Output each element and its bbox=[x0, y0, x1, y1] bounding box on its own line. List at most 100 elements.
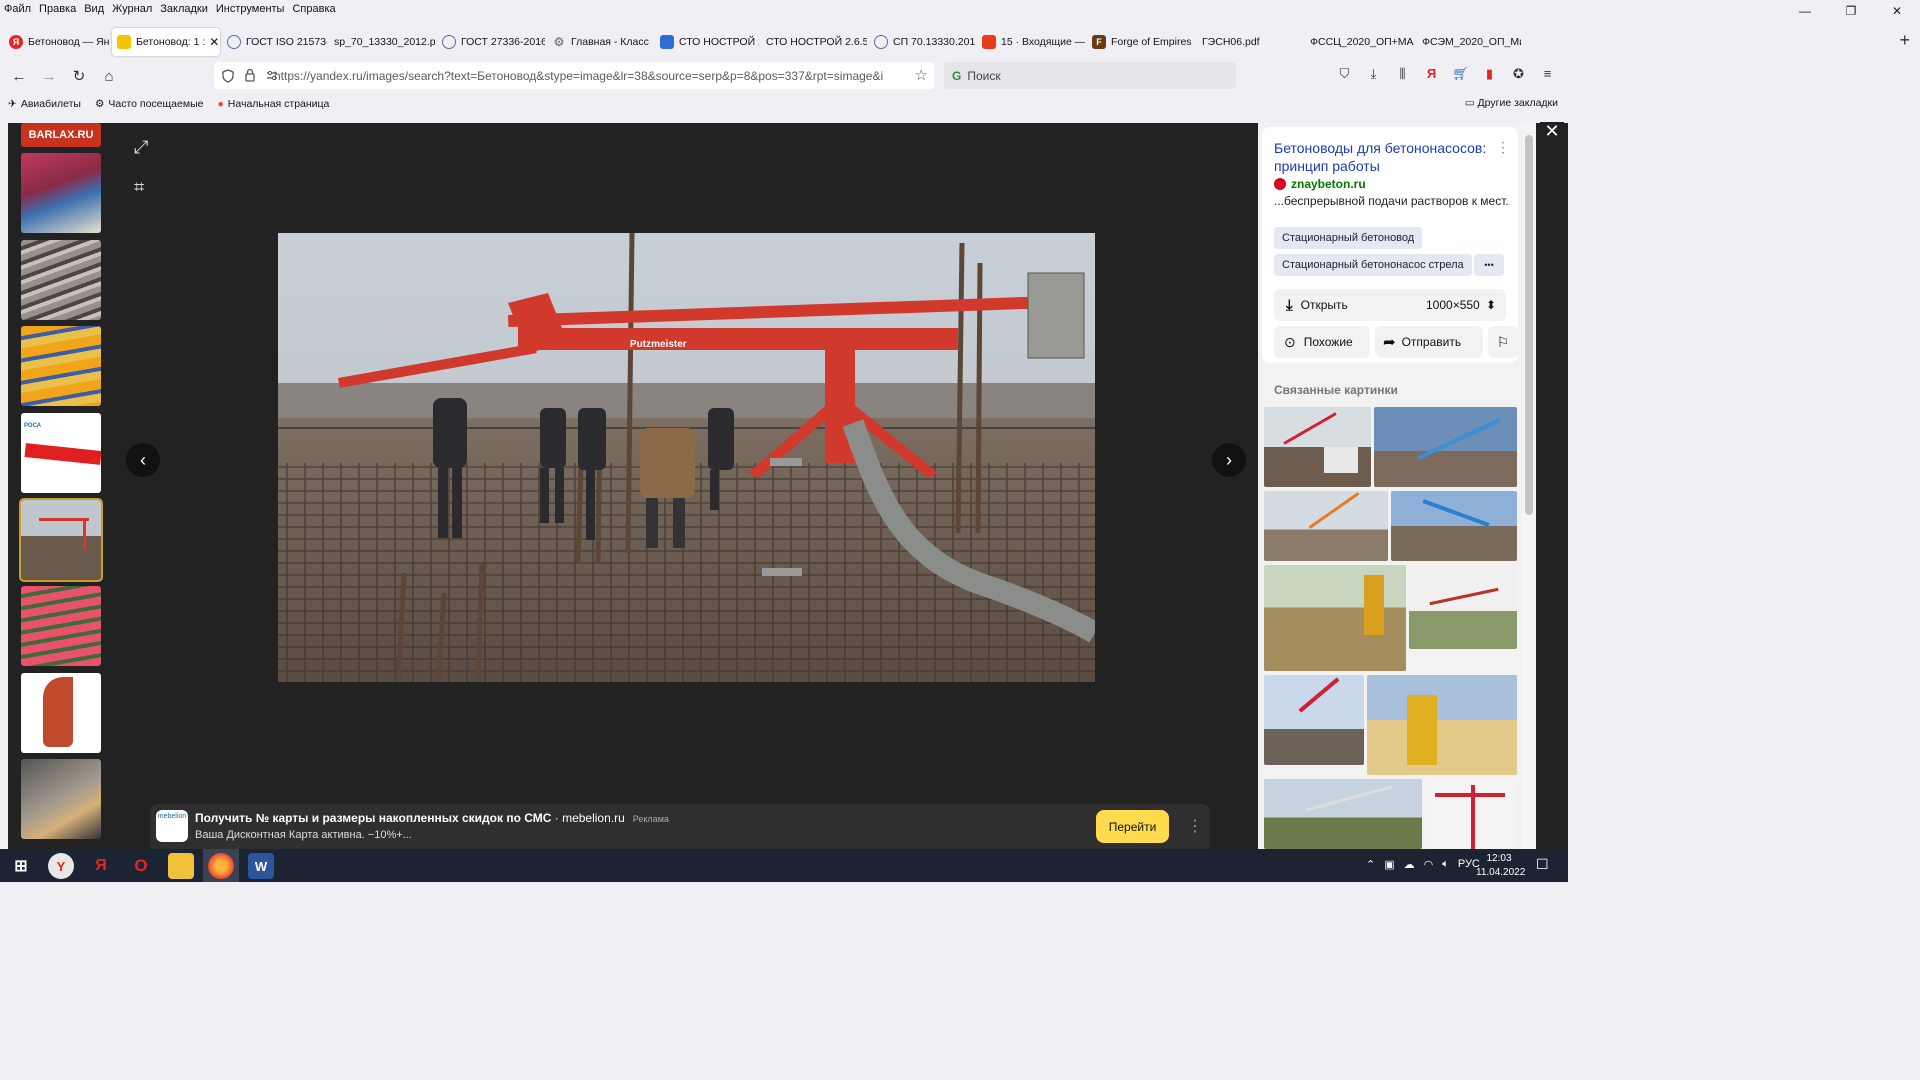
chevron-up-icon[interactable]: ⌃ bbox=[1366, 858, 1375, 871]
open-size-button[interactable]: ⤓ Открыть 1000×550 ⬍ bbox=[1274, 289, 1506, 321]
next-image-button[interactable]: › bbox=[1212, 443, 1246, 477]
permissions-icon[interactable] bbox=[266, 71, 278, 81]
fullscreen-icon[interactable]: ⤢ bbox=[134, 137, 148, 158]
yandex-icon[interactable]: Я bbox=[1417, 66, 1446, 82]
thumbnail[interactable] bbox=[21, 759, 101, 839]
crop-icon[interactable]: ⌗ bbox=[134, 177, 144, 198]
hamburger-menu-icon[interactable]: ≡ bbox=[1533, 66, 1562, 82]
firefox-icon[interactable] bbox=[208, 853, 234, 879]
library-icon[interactable]: ⫼ bbox=[1388, 66, 1417, 82]
maximize-button[interactable]: ❐ bbox=[1828, 0, 1874, 22]
menu-help[interactable]: Справка bbox=[292, 3, 335, 15]
thumbnail[interactable] bbox=[21, 586, 101, 666]
opera-icon[interactable]: O bbox=[128, 853, 154, 879]
related-image[interactable] bbox=[1264, 407, 1371, 487]
volume-icon[interactable]: 🔈︎ bbox=[1442, 858, 1449, 871]
lock-icon[interactable] bbox=[244, 68, 256, 82]
extension-icon[interactable]: ✪ bbox=[1504, 66, 1533, 82]
related-image[interactable] bbox=[1425, 779, 1517, 849]
bookmark-button[interactable]: ⚐ bbox=[1488, 326, 1518, 358]
bookmark-home[interactable]: ● Начальная страница bbox=[217, 98, 329, 110]
tab-sp70-13330[interactable]: СП 70.13330.2012 bbox=[869, 28, 975, 56]
clock[interactable]: 12:03 11.04.2022 bbox=[1476, 852, 1525, 880]
tab-fsem-2020[interactable]: ФСЭМ_2020_ОП_Ми bbox=[1417, 28, 1521, 56]
tab-betonovod-images[interactable]: Бетоновод: 1 : ✕ bbox=[112, 27, 220, 56]
menu-history[interactable]: Журнал bbox=[112, 3, 152, 15]
tab-gesn06-pdf[interactable]: ГЭСН06.pdf bbox=[1197, 28, 1303, 56]
menu-bookmarks[interactable]: Закладки bbox=[160, 3, 208, 15]
download-icon[interactable]: ⤓ bbox=[1359, 66, 1388, 82]
shield-icon[interactable] bbox=[222, 69, 234, 83]
tab-betonovod-search[interactable]: Я Бетоновод — Ян bbox=[4, 28, 110, 56]
thumbnail-selected[interactable] bbox=[19, 498, 103, 582]
wifi-icon[interactable]: ◠ bbox=[1424, 858, 1434, 871]
send-button[interactable]: ➦ Отправить bbox=[1375, 326, 1483, 358]
thumbnail[interactable] bbox=[21, 153, 101, 233]
menu-edit[interactable]: Правка bbox=[39, 3, 76, 15]
home-button[interactable]: ⌂ bbox=[94, 62, 124, 90]
cloud-icon[interactable]: ☁ bbox=[1404, 858, 1415, 871]
back-button[interactable]: ← bbox=[4, 62, 34, 90]
url-bar[interactable]: https://yandex.ru/images/search?text=Бет… bbox=[214, 62, 934, 89]
close-viewer-button[interactable]: ✕ bbox=[1540, 121, 1564, 141]
card-menu-button[interactable]: ⋮ bbox=[1496, 139, 1510, 156]
related-image[interactable] bbox=[1264, 491, 1388, 561]
related-image[interactable] bbox=[1264, 675, 1364, 765]
related-image[interactable] bbox=[1264, 565, 1406, 671]
thumbnail[interactable] bbox=[21, 240, 101, 320]
ad-banner[interactable]: mebelion Получить № карты и размеры нако… bbox=[150, 804, 1210, 849]
forward-button[interactable]: → bbox=[34, 62, 64, 90]
similar-button[interactable]: ⊙ Похожие bbox=[1274, 326, 1370, 358]
tab-sp70-pdf[interactable]: sp_70_13330_2012.pdf bbox=[329, 28, 435, 56]
more-tags-button[interactable]: ••• bbox=[1474, 254, 1504, 276]
notifications-icon[interactable]: ☐ bbox=[1536, 856, 1549, 873]
ad-go-button[interactable]: Перейти bbox=[1096, 810, 1169, 843]
tab-forge-of-empires[interactable]: F Forge of Empires bbox=[1087, 28, 1195, 56]
source-title-link[interactable]: Бетоноводы для бетононасосов: принцип ра… bbox=[1274, 139, 1502, 175]
other-bookmarks[interactable]: ▭ Другие закладки bbox=[1465, 97, 1558, 109]
tag-chip-stationary-pump-boom[interactable]: Стационарный бетононасос стрела bbox=[1274, 254, 1472, 276]
tag-chip-stationary-pipeline[interactable]: Стационарный бетоновод bbox=[1274, 227, 1423, 249]
bookmark-flag-icon[interactable]: ▮ bbox=[1475, 66, 1504, 82]
tab-gost-iso[interactable]: ГОСТ ISO 21573- bbox=[222, 28, 327, 56]
related-image[interactable] bbox=[1367, 675, 1517, 775]
thumbnail[interactable] bbox=[21, 673, 101, 753]
close-window-button[interactable]: ✕ bbox=[1874, 0, 1920, 22]
word-icon[interactable]: W bbox=[248, 853, 274, 879]
search-field[interactable]: G Поиск bbox=[944, 62, 1236, 89]
tab-fssc-2020[interactable]: ФССЦ_2020_ОП+МА bbox=[1305, 28, 1415, 56]
related-image[interactable] bbox=[1264, 779, 1422, 849]
minimize-button[interactable]: — bbox=[1782, 0, 1828, 22]
panel-scrollbar[interactable] bbox=[1522, 123, 1536, 849]
thumbnail[interactable] bbox=[21, 326, 101, 406]
related-image[interactable] bbox=[1391, 491, 1517, 561]
menu-file[interactable]: Файл bbox=[4, 3, 31, 15]
tab-mail-inbox[interactable]: 15 · Входящие — bbox=[977, 28, 1085, 56]
scrollbar-thumb[interactable] bbox=[1525, 135, 1533, 515]
bookmark-aviabilety[interactable]: ✈ Авиабилеты bbox=[8, 98, 81, 110]
cart-icon[interactable]: 🛒︎ bbox=[1446, 66, 1475, 82]
pocket-icon[interactable]: ⛉ bbox=[1330, 66, 1359, 82]
star-icon[interactable]: ☆ bbox=[915, 66, 928, 84]
ad-more-button[interactable]: ⋮ bbox=[1180, 811, 1210, 841]
new-tab-button[interactable]: + bbox=[1899, 30, 1910, 51]
yandex-icon[interactable]: Я bbox=[88, 853, 114, 879]
tab-gost-27336[interactable]: ГОСТ 27336-2016 bbox=[437, 28, 545, 56]
menu-view[interactable]: Вид bbox=[84, 3, 104, 15]
bookmark-frequent[interactable]: ⚙ Часто посещаемые bbox=[95, 98, 204, 110]
source-domain[interactable]: znaybeton.ru bbox=[1274, 177, 1366, 191]
close-icon[interactable]: ✕ bbox=[209, 35, 219, 49]
network-device-icon[interactable]: ▣ bbox=[1384, 858, 1394, 871]
windows-start-icon[interactable]: ⊞ bbox=[8, 853, 34, 879]
yandex-browser-icon[interactable]: Y bbox=[48, 853, 74, 879]
menu-tools[interactable]: Инструменты bbox=[216, 3, 285, 15]
tab-sto-nostroy-1[interactable]: СТО НОСТРОЙ 2 bbox=[655, 28, 759, 56]
thumbnail[interactable]: BARLAX.RU bbox=[21, 123, 101, 147]
previous-image-button[interactable]: ‹ bbox=[126, 443, 160, 477]
reload-button[interactable]: ↻ bbox=[64, 62, 94, 90]
tab-main-class[interactable]: ⚙ Главная - Класс bbox=[547, 28, 653, 56]
thumbnail[interactable]: РОСА bbox=[21, 413, 101, 493]
related-image[interactable] bbox=[1409, 565, 1517, 649]
file-explorer-icon[interactable] bbox=[168, 853, 194, 879]
tab-sto-nostroy-2[interactable]: СТО НОСТРОЙ 2.6.5 bbox=[761, 28, 867, 56]
